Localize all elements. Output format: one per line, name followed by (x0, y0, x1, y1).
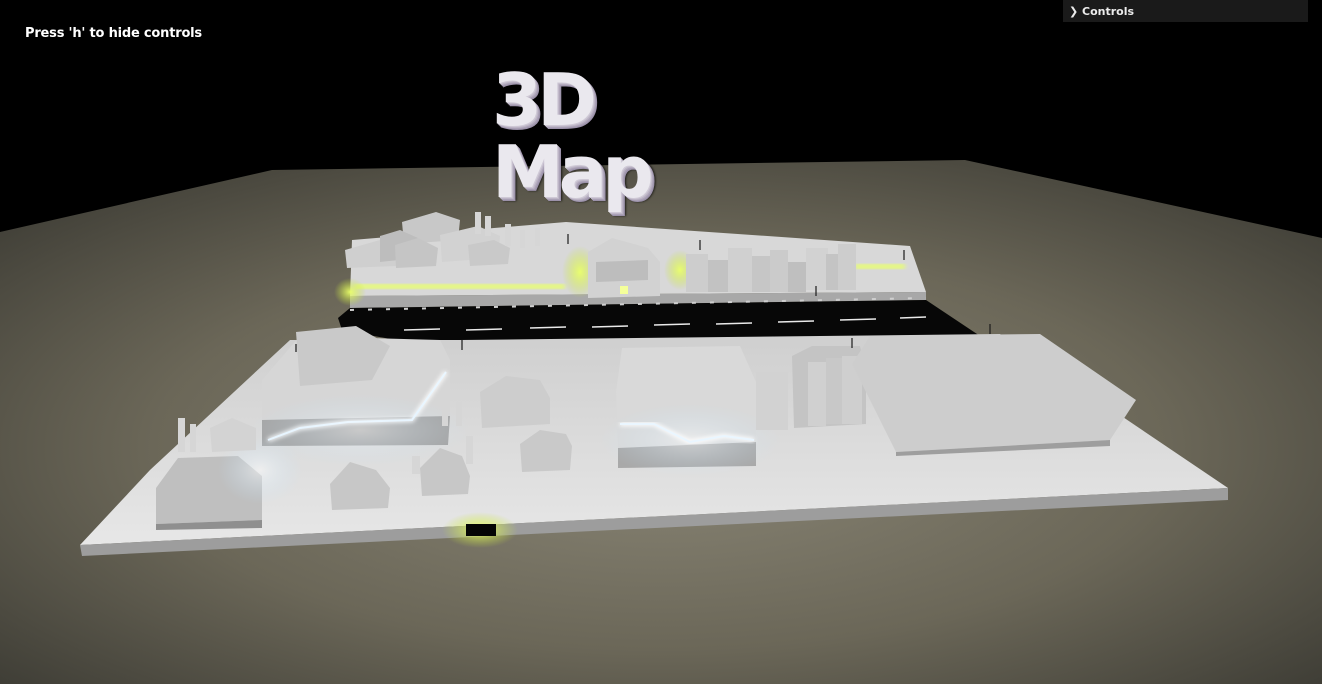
chevron-right-icon: ❯ (1069, 4, 1079, 18)
map-3d-title: 3D Map (492, 58, 654, 214)
controls-panel-toggle[interactable]: ❯ Controls (1063, 0, 1308, 22)
controls-label: Controls (1082, 4, 1135, 18)
hide-controls-hint: Press 'h' to hide controls (25, 26, 202, 41)
webgl-viewport[interactable]: 3D Map Press 'h' to hide controls ❯ Cont… (0, 0, 1322, 684)
